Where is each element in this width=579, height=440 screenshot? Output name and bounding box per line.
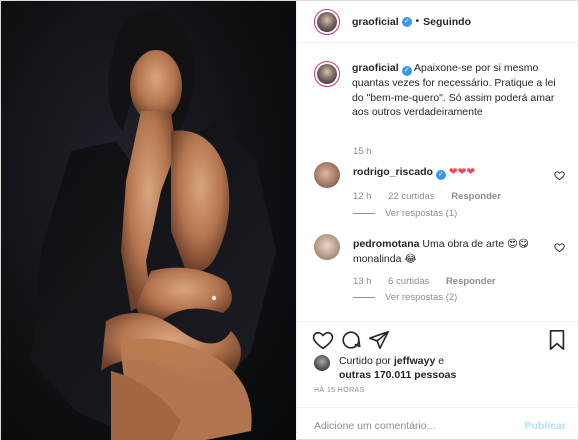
comment-time[interactable]: 13 h bbox=[353, 276, 372, 287]
author-avatar[interactable] bbox=[313, 8, 340, 35]
comment-likes[interactable]: 6 curtidas bbox=[388, 276, 429, 287]
likes-prefix: Curtido por bbox=[338, 355, 391, 367]
post-photo[interactable] bbox=[1, 1, 296, 440]
caption-username[interactable]: graoficial bbox=[352, 62, 399, 74]
comment-avatar[interactable] bbox=[313, 162, 340, 188]
comment-avatar[interactable] bbox=[313, 234, 340, 260]
caption: graoficial ✓ Apaixone-se por si mesmo qua… bbox=[313, 61, 564, 120]
comment-icon[interactable] bbox=[340, 329, 362, 351]
likes-and: e bbox=[438, 355, 445, 367]
share-icon[interactable] bbox=[368, 329, 390, 351]
comment-meta: 13 h 6 curtidas Responder bbox=[353, 276, 510, 287]
heart-icon[interactable] bbox=[312, 329, 334, 351]
author-username[interactable]: graoficial bbox=[352, 16, 399, 28]
comment-item: pedromotana Uma obra de arte 😍😋 monalind… bbox=[313, 234, 569, 304]
likes-text: Curtido por jeffwayy e outras 170.011 pe… bbox=[339, 354, 456, 382]
view-replies-button[interactable]: Ver respostas (2) bbox=[352, 292, 458, 303]
verified-icon: ✓ bbox=[435, 170, 446, 180]
publish-button[interactable]: Publicar bbox=[525, 420, 566, 432]
reply-button[interactable]: Responder bbox=[446, 276, 496, 287]
view-replies-label: Ver respostas (2) bbox=[384, 292, 458, 303]
comment-likes[interactable]: 22 curtidas bbox=[388, 191, 434, 202]
comment-time[interactable]: 12 h bbox=[353, 191, 372, 202]
separator-dot: • bbox=[415, 16, 420, 27]
reply-button[interactable]: Responder bbox=[451, 191, 501, 202]
view-replies-label: Ver respostas (1) bbox=[384, 208, 458, 219]
following-button[interactable]: Seguindo bbox=[423, 16, 471, 28]
caption-text-block: graoficial ✓ Apaixone-se por si mesmo qua… bbox=[352, 61, 564, 120]
post-modal: graoficial ✓ • Seguindo graoficial ✓ Apai… bbox=[0, 0, 579, 440]
comment-item: rodrigo_riscado ✓ ❤❤❤ 12 h 22 curtidas Re… bbox=[313, 162, 569, 232]
comment-username[interactable]: rodrigo_riscado bbox=[353, 166, 433, 178]
view-replies-button[interactable]: Ver respostas (1) bbox=[352, 208, 458, 219]
post-header: graoficial ✓ • Seguindo bbox=[296, 1, 579, 43]
liker-username[interactable]: jeffwayy bbox=[394, 355, 435, 367]
heart-small-icon[interactable] bbox=[554, 242, 565, 253]
comment-input[interactable]: Adicione um comentário... bbox=[314, 420, 435, 432]
caption-avatar[interactable] bbox=[313, 61, 340, 87]
add-comment-bar: Adicione um comentário... Publicar bbox=[296, 407, 579, 440]
caption-time[interactable]: 15 h bbox=[353, 146, 372, 157]
verified-icon: ✓ bbox=[401, 16, 412, 27]
post-timestamp[interactable]: HÁ 15 HORAS bbox=[314, 387, 365, 394]
verified-icon: ✓ bbox=[401, 66, 412, 76]
action-icons bbox=[312, 329, 568, 353]
bookmark-icon[interactable] bbox=[546, 329, 568, 351]
heart-small-icon[interactable] bbox=[554, 170, 565, 181]
photo-illustration bbox=[31, 9, 276, 440]
post-actions: Curtido por jeffwayy e outras 170.011 pe… bbox=[296, 321, 579, 440]
comment-text-block: pedromotana Uma obra de arte 😍😋 monalind… bbox=[353, 237, 538, 266]
liker-avatar[interactable] bbox=[313, 355, 330, 371]
post-sidebar: graoficial ✓ • Seguindo graoficial ✓ Apai… bbox=[295, 1, 579, 440]
comment-meta: 12 h 22 curtidas Responder bbox=[353, 191, 515, 202]
likes-summary: Curtido por jeffwayy e outras 170.011 pe… bbox=[313, 354, 456, 382]
likes-others[interactable]: outras 170.011 pessoas bbox=[339, 369, 456, 381]
comment-text: ❤❤❤ bbox=[448, 166, 476, 178]
comment-text-block: rodrigo_riscado ✓ ❤❤❤ bbox=[353, 165, 538, 180]
comment-username[interactable]: pedromotana bbox=[353, 238, 420, 250]
